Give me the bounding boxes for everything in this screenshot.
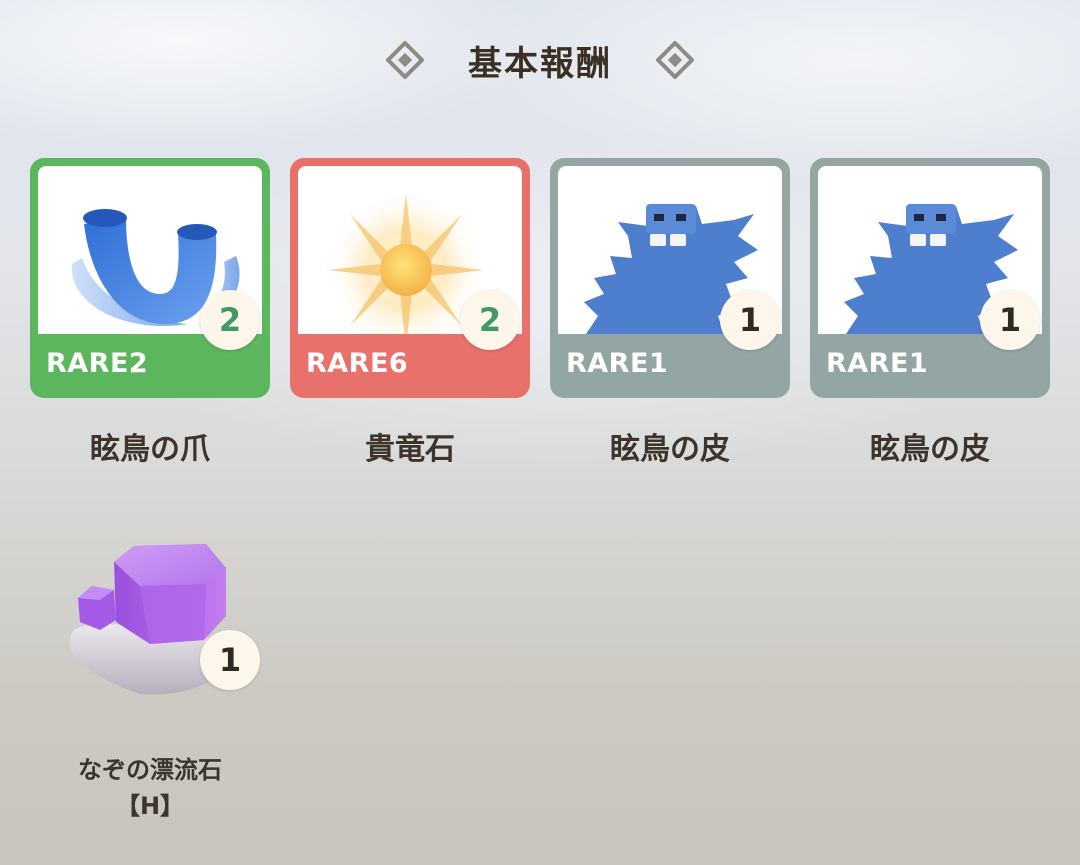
diamond-icon xyxy=(656,41,694,79)
reward-item-card[interactable]: RARE6 2 xyxy=(290,158,530,398)
quantity-badge: 2 xyxy=(200,290,260,350)
reward-item-card[interactable]: RARE2 2 xyxy=(30,158,270,398)
diamond-icon xyxy=(386,41,424,79)
section-header: 基本報酬 xyxy=(0,30,1080,90)
rarity-label: RARE1 xyxy=(566,348,669,379)
quantity-badge: 2 xyxy=(460,290,520,350)
quantity-badge: 1 xyxy=(720,290,780,350)
rarity-label: RARE6 xyxy=(306,348,409,379)
quantity-badge: 1 xyxy=(200,630,260,690)
item-name: 眩鳥の皮 xyxy=(870,432,990,467)
item-name-line: 【H】 xyxy=(115,792,185,820)
item-name: なぞの漂流石 【H】 xyxy=(30,752,270,824)
rarity-label: RARE1 xyxy=(826,348,929,379)
rarity-label: RARE2 xyxy=(46,348,149,379)
item-name: 眩鳥の皮 xyxy=(610,432,730,467)
reward-item-card[interactable]: RARE1 1 xyxy=(550,158,790,398)
quantity-badge: 1 xyxy=(980,290,1040,350)
reward-item-card[interactable]: 1 xyxy=(30,498,270,738)
item-name-line: なぞの漂流石 xyxy=(78,756,222,784)
section-title: 基本報酬 xyxy=(468,43,612,84)
reward-item-card[interactable]: RARE1 1 xyxy=(810,158,1050,398)
item-name: 貴竜石 xyxy=(365,432,455,467)
item-name: 眩鳥の爪 xyxy=(90,432,210,467)
